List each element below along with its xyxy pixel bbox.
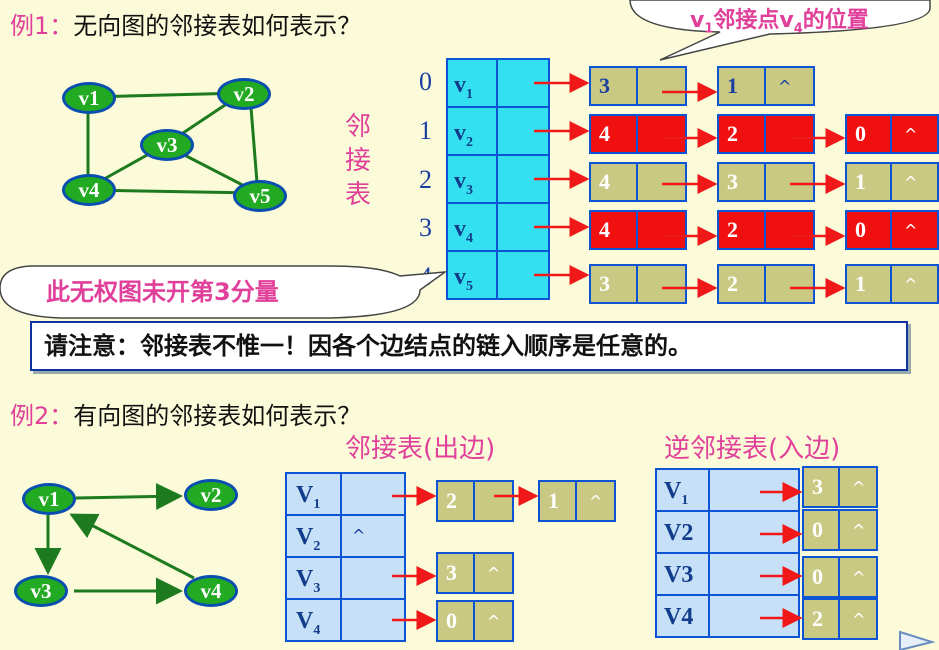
- pointer-arrows-2: [392, 482, 803, 630]
- weight-callout-text: 此无权图未开第3分量: [46, 278, 279, 306]
- example2-label: 例2：: [10, 402, 74, 430]
- next-slide-button[interactable]: [896, 630, 939, 650]
- example2-question: 有向图的邻接表如何表示？: [73, 402, 362, 430]
- example2-heading: 例2：有向图的邻接表如何表示？: [10, 396, 361, 431]
- note-box: 请注意：邻接表不惟一！因各个边结点的链入顺序是任意的。: [30, 321, 908, 371]
